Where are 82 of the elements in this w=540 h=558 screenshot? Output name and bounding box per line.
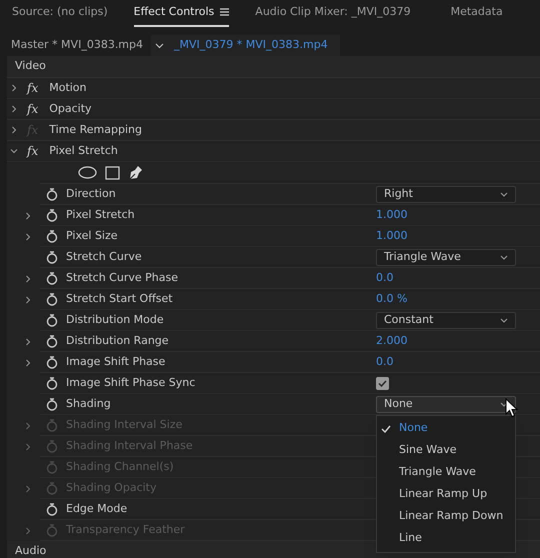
panel-tab[interactable]: Source: (no clips) [12, 4, 108, 26]
chevron-down-icon[interactable] [10, 147, 18, 155]
parameter-name: Shading Channel(s) [66, 458, 174, 475]
effect-name: Pixel Stretch [49, 142, 118, 159]
dropdown-field[interactable]: Triangle Wave [376, 248, 516, 266]
chevron-right-icon[interactable] [24, 296, 32, 304]
fx-toggle[interactable]: fx [27, 82, 38, 94]
chevron-down-icon [500, 254, 508, 260]
chevron-right-icon[interactable] [24, 232, 32, 240]
panel-tab[interactable]: Effect Controls [134, 4, 230, 26]
chevron-right-icon[interactable] [24, 212, 32, 220]
parameter-name: Shading Interval Size [66, 416, 182, 433]
stopwatch-icon[interactable] [46, 208, 58, 222]
parameter-value[interactable]: 0.0 [376, 354, 394, 370]
chevron-right-icon[interactable] [10, 105, 18, 113]
parameter-name: Shading [66, 396, 111, 412]
menu-option[interactable]: Linear Ramp Down [377, 506, 515, 528]
rectangle-mask-icon[interactable] [105, 166, 120, 180]
stopwatch-icon[interactable] [46, 292, 58, 306]
parameter-name: Transparency Feather [66, 522, 185, 538]
pen-icon[interactable] [128, 165, 143, 180]
chevron-right-icon[interactable] [10, 126, 18, 134]
cursor-icon [505, 398, 518, 418]
stopwatch-icon[interactable] [46, 314, 58, 326]
dropdown-field[interactable]: Right [376, 186, 516, 202]
checkbox[interactable] [376, 376, 389, 390]
stopwatch-icon[interactable] [46, 188, 58, 200]
chevron-right-icon[interactable] [10, 84, 18, 92]
menu-option[interactable]: Sine Wave [377, 440, 515, 462]
panel-tab[interactable]: Metadata [450, 4, 503, 26]
parameter-name: Stretch Start Offset [66, 290, 173, 307]
effect-name: Opacity [49, 100, 92, 117]
parameter-name: Stretch Curve Phase [66, 270, 178, 286]
chevron-right-icon[interactable] [24, 338, 32, 346]
chevron-right-icon[interactable] [24, 274, 32, 282]
parameter-value[interactable]: 0.0 [376, 270, 394, 286]
parameter-name: Image Shift Phase Sync [66, 374, 196, 391]
parameter-name: Shading Interval Phase [66, 438, 193, 454]
dropdown-field[interactable]: None [376, 396, 516, 412]
chevron-down-icon[interactable] [155, 42, 164, 48]
parameter-value[interactable]: 0.0 % [376, 290, 408, 308]
parameter-name: Stretch Curve [66, 248, 142, 265]
dropdown-field[interactable]: Constant [376, 312, 516, 328]
parameter-name: Pixel Stretch [66, 206, 135, 223]
section-header: Video [15, 58, 46, 74]
parameter-name: Direction [66, 186, 116, 202]
menu-option[interactable]: Linear Ramp Up [377, 484, 515, 506]
menu-option[interactable]: None [377, 418, 515, 440]
stopwatch-icon[interactable] [46, 230, 58, 242]
menu-option[interactable]: Triangle Wave [377, 462, 515, 484]
parameter-name: Image Shift Phase [66, 354, 166, 370]
chevron-right-icon[interactable] [24, 358, 32, 366]
section-header: Audio [15, 543, 46, 558]
menu-option[interactable]: Line [377, 528, 515, 550]
effect-name: Motion [49, 80, 87, 96]
panel-tab[interactable]: Audio Clip Mixer: _MVI_0379 [255, 4, 411, 26]
parameter-name: Shading Opacity [66, 480, 156, 496]
parameter-name: Distribution Mode [66, 312, 164, 328]
stopwatch-icon[interactable] [46, 376, 58, 390]
menu-icon[interactable] [220, 8, 230, 16]
parameter-name: Edge Mode [66, 500, 128, 517]
stopwatch-icon[interactable] [46, 272, 58, 284]
stopwatch-icon[interactable] [46, 502, 58, 516]
stopwatch-icon[interactable] [46, 398, 58, 410]
effect-name: Time Remapping [49, 122, 142, 138]
fx-toggle[interactable]: fx [27, 145, 38, 157]
chevron-down-icon [500, 318, 508, 322]
parameter-name: Pixel Size [66, 228, 118, 244]
parameter-value[interactable]: 1.000 [376, 206, 408, 224]
checkmark-icon [381, 424, 391, 432]
fx-toggle[interactable]: fx [27, 103, 38, 115]
parameter-value[interactable]: 2.000 [376, 332, 408, 350]
stopwatch-icon[interactable] [46, 334, 58, 348]
chevron-down-icon [500, 192, 508, 196]
stopwatch-icon[interactable] [46, 356, 58, 368]
parameter-value[interactable]: 1.000 [376, 228, 408, 244]
clip-tab[interactable]: Master * MVI_0383.mp4 [7, 35, 152, 56]
parameter-name: Distribution Range [66, 332, 169, 349]
stopwatch-icon[interactable] [46, 250, 58, 264]
ellipse-mask-icon[interactable] [78, 166, 97, 179]
checkmark-icon [378, 380, 387, 386]
clip-tab[interactable]: _MVI_0379 * MVI_0383.mp4 [151, 35, 340, 56]
